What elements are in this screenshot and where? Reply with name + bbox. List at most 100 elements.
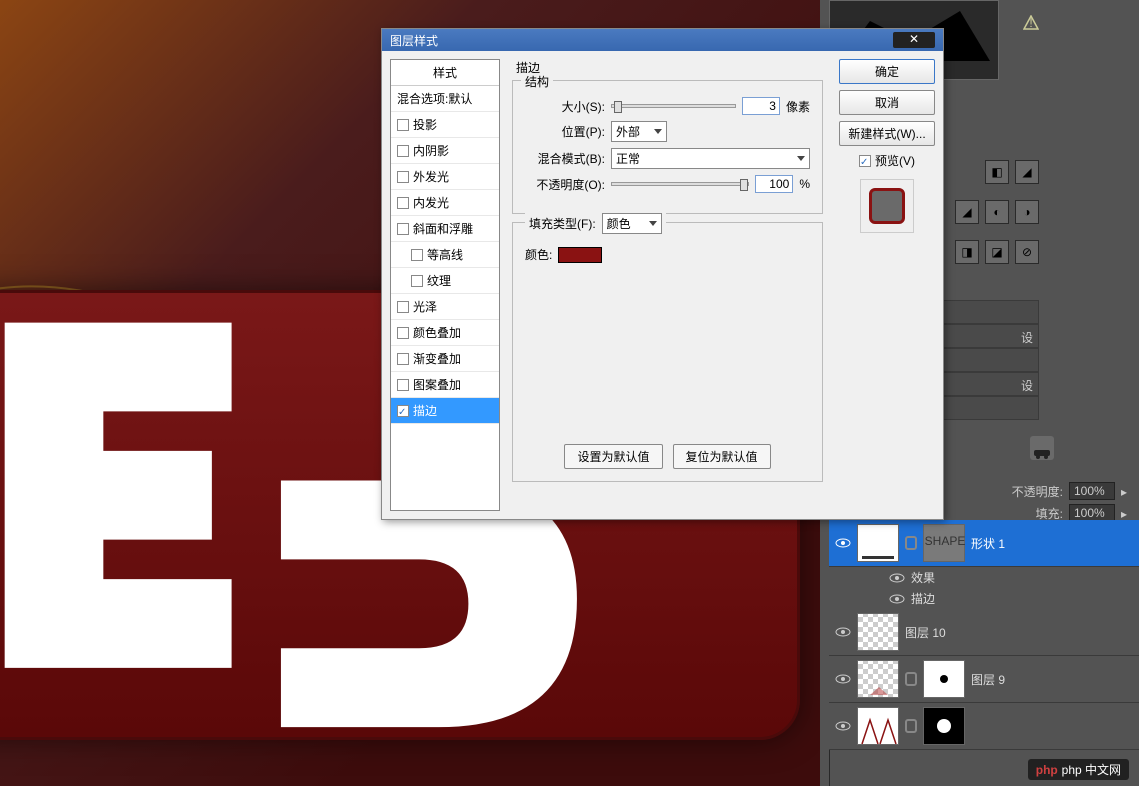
visibility-icon[interactable] (835, 721, 851, 731)
layer-row-shape1[interactable]: SHAPE 形状 1 (829, 520, 1139, 567)
layer-name: 图层 10 (905, 624, 946, 641)
style-item-color_overlay[interactable]: 颜色叠加 (391, 320, 499, 346)
opacity-slider[interactable] (611, 182, 749, 186)
style-item-inner_glow[interactable]: 内发光 (391, 190, 499, 216)
blendmode-select[interactable]: 正常 (611, 148, 810, 169)
opacity-input[interactable] (755, 175, 793, 193)
visibility-icon[interactable] (889, 573, 905, 583)
layer-style-dialog: 图层样式 ✕ 样式 混合选项:默认 投影内阴影外发光内发光斜面和浮雕等高线纹理光… (381, 28, 944, 520)
position-label: 位置(P): (525, 123, 605, 140)
style-checkbox[interactable] (411, 249, 423, 261)
style-label: 投影 (413, 116, 437, 133)
link-icon[interactable] (905, 672, 917, 686)
style-checkbox[interactable] (397, 119, 409, 131)
hue-icon[interactable]: ◢ (955, 200, 979, 224)
style-label: 描边 (413, 402, 437, 419)
link-icon[interactable] (905, 719, 917, 733)
size-slider[interactable] (611, 104, 736, 108)
style-checkbox[interactable] (411, 275, 423, 287)
color-label: 颜色: (525, 246, 552, 263)
curves-icon[interactable]: ◢ (1015, 160, 1039, 184)
style-checkbox[interactable] (397, 353, 409, 365)
style-label: 等高线 (427, 246, 463, 263)
layer-thumb (857, 707, 899, 745)
section-title: 描边 (512, 59, 823, 76)
style-item-contour[interactable]: 等高线 (391, 242, 499, 268)
color-swatch[interactable] (558, 247, 602, 263)
style-item-inner_shadow[interactable]: 内阴影 (391, 138, 499, 164)
visibility-icon[interactable] (835, 674, 851, 684)
adjustment-row-3: ◨ ◪ ⊘ (955, 240, 1039, 264)
svg-text:SHAPE: SHAPE (925, 534, 966, 548)
style-item-stroke[interactable]: 描边 (391, 398, 499, 424)
filltype-select[interactable]: 颜色 (602, 213, 662, 234)
balance-icon[interactable]: ◐ (985, 200, 1009, 224)
warning-icon[interactable]: ! (1023, 15, 1039, 34)
reset-default-button[interactable]: 复位为默认值 (673, 444, 771, 469)
layer-effect-stroke[interactable]: 描边 (829, 588, 1139, 609)
style-label: 颜色叠加 (413, 324, 461, 341)
visibility-icon[interactable] (889, 594, 905, 604)
preview-label: 预览(V) (875, 152, 915, 169)
style-item-pattern_overlay[interactable]: 图案叠加 (391, 372, 499, 398)
svg-text:!: ! (1029, 16, 1032, 30)
filltype-label: 填充类型(F): (529, 215, 596, 232)
panel-tab-icon[interactable] (1030, 436, 1054, 460)
new-style-button[interactable]: 新建样式(W)... (839, 121, 935, 146)
style-settings: 描边 结构 大小(S): 像素 位置(P): 外部 混合模式(B): 正常 (504, 51, 831, 519)
position-select[interactable]: 外部 (611, 121, 667, 142)
chevron-down-icon (649, 221, 657, 226)
styles-header[interactable]: 样式 (391, 60, 499, 86)
layer-row-next[interactable] (829, 703, 1139, 750)
style-checkbox[interactable] (397, 379, 409, 391)
style-checkbox[interactable] (397, 145, 409, 157)
fill-fieldset: 填充类型(F): 颜色 颜色: 设置为默认值 复位为默认值 (512, 222, 823, 482)
bw-icon[interactable]: ◪ (985, 240, 1009, 264)
dialog-titlebar[interactable]: 图层样式 ✕ (382, 29, 943, 51)
style-label: 光泽 (413, 298, 437, 315)
style-checkbox[interactable] (397, 301, 409, 313)
blend-options-row[interactable]: 混合选项:默认 (391, 86, 499, 112)
opacity-label: 不透明度: (1012, 483, 1063, 500)
style-item-satin[interactable]: 光泽 (391, 294, 499, 320)
style-checkbox[interactable] (397, 197, 409, 209)
close-button[interactable]: ✕ (893, 32, 935, 48)
gradient-icon[interactable]: ◨ (955, 240, 979, 264)
cancel-button[interactable]: 取消 (839, 90, 935, 115)
link-icon[interactable] (905, 536, 917, 550)
ok-button[interactable]: 确定 (839, 59, 935, 84)
invert-icon[interactable]: ⊘ (1015, 240, 1039, 264)
mixer-icon[interactable]: ◑ (1015, 200, 1039, 224)
style-label: 内发光 (413, 194, 449, 211)
style-checkbox[interactable] (397, 223, 409, 235)
layer-effects-group[interactable]: 效果 (829, 567, 1139, 588)
size-input[interactable] (742, 97, 780, 115)
style-item-outer_glow[interactable]: 外发光 (391, 164, 499, 190)
style-label: 外发光 (413, 168, 449, 185)
style-item-drop_shadow[interactable]: 投影 (391, 112, 499, 138)
style-item-gradient_overlay[interactable]: 渐变叠加 (391, 346, 499, 372)
set-default-button[interactable]: 设置为默认值 (564, 444, 662, 469)
layer-row-9[interactable]: 图层 9 (829, 656, 1139, 703)
visibility-icon[interactable] (835, 538, 851, 548)
layer-row-10[interactable]: 图层 10 (829, 609, 1139, 656)
style-item-texture[interactable]: 纹理 (391, 268, 499, 294)
style-item-bevel[interactable]: 斜面和浮雕 (391, 216, 499, 242)
layer-name: 形状 1 (971, 535, 1005, 552)
style-label: 斜面和浮雕 (413, 220, 473, 237)
structure-fieldset: 结构 大小(S): 像素 位置(P): 外部 混合模式(B): 正常 (512, 80, 823, 214)
dialog-buttons: 确定 取消 新建样式(W)... 预览(V) (831, 51, 943, 519)
preview-checkbox[interactable] (859, 155, 871, 167)
visibility-icon[interactable] (835, 627, 851, 637)
chevron-down-icon (797, 156, 805, 161)
style-checkbox[interactable] (397, 327, 409, 339)
style-checkbox[interactable] (397, 405, 409, 417)
layers-panel: SHAPE 形状 1 效果 描边 图层 10 图层 9 (829, 520, 1139, 750)
chevron-right-icon[interactable]: ▸ (1121, 485, 1133, 497)
style-checkbox[interactable] (397, 171, 409, 183)
chevron-right-icon[interactable]: ▸ (1121, 507, 1133, 519)
opacity-value[interactable]: 100% (1069, 482, 1115, 500)
style-label: 渐变叠加 (413, 350, 461, 367)
levels-icon[interactable]: ◧ (985, 160, 1009, 184)
layer-thumb (857, 660, 899, 698)
